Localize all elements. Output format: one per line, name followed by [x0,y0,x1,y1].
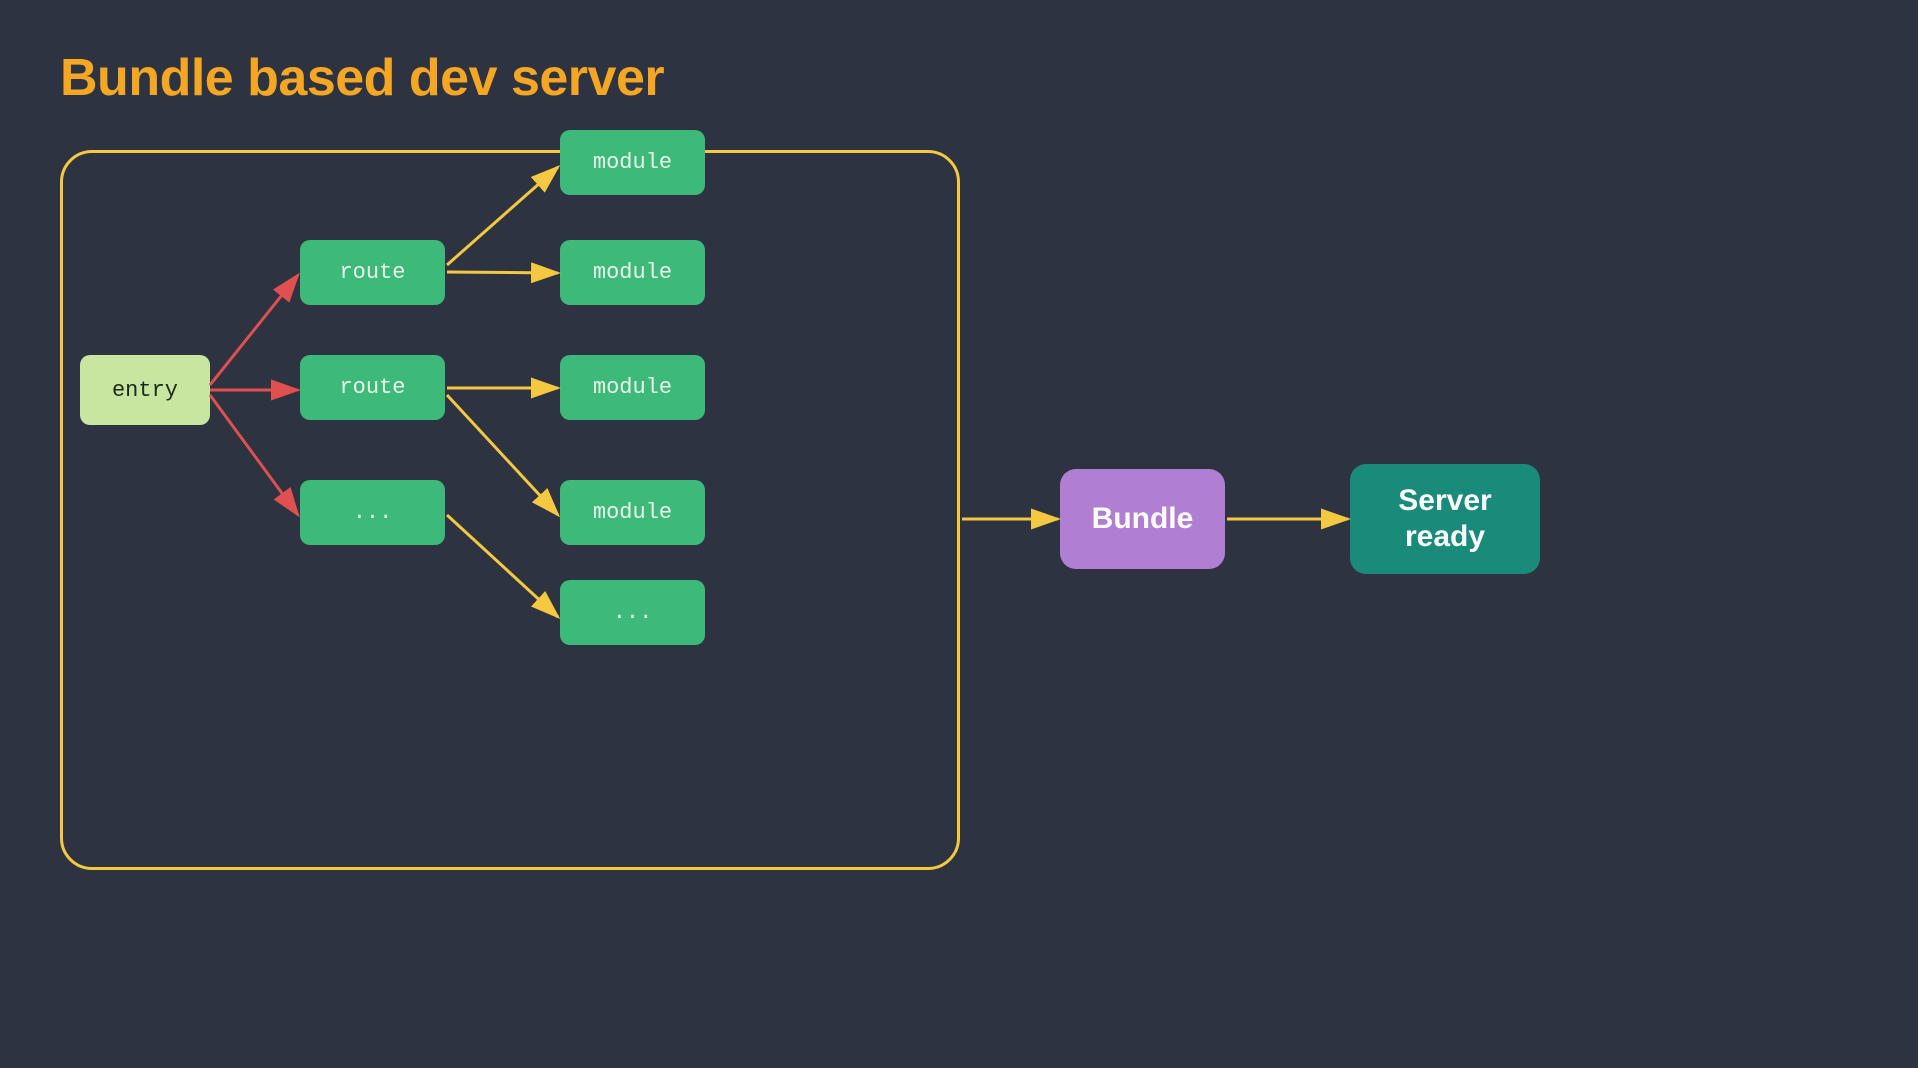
route2-node: route [300,355,445,420]
route1-node: route [300,240,445,305]
bundle-node: Bundle [1060,469,1225,569]
bundle-boundary-box [60,150,960,870]
module5-node: ... [560,580,705,645]
module2-node: module [560,240,705,305]
entry-node: entry [80,355,210,425]
module1-node: module [560,130,705,195]
module3-node: module [560,355,705,420]
page-title: Bundle based dev server [60,48,664,108]
module4-node: module [560,480,705,545]
server-ready-node: Serverready [1350,464,1540,574]
route3-node: ... [300,480,445,545]
